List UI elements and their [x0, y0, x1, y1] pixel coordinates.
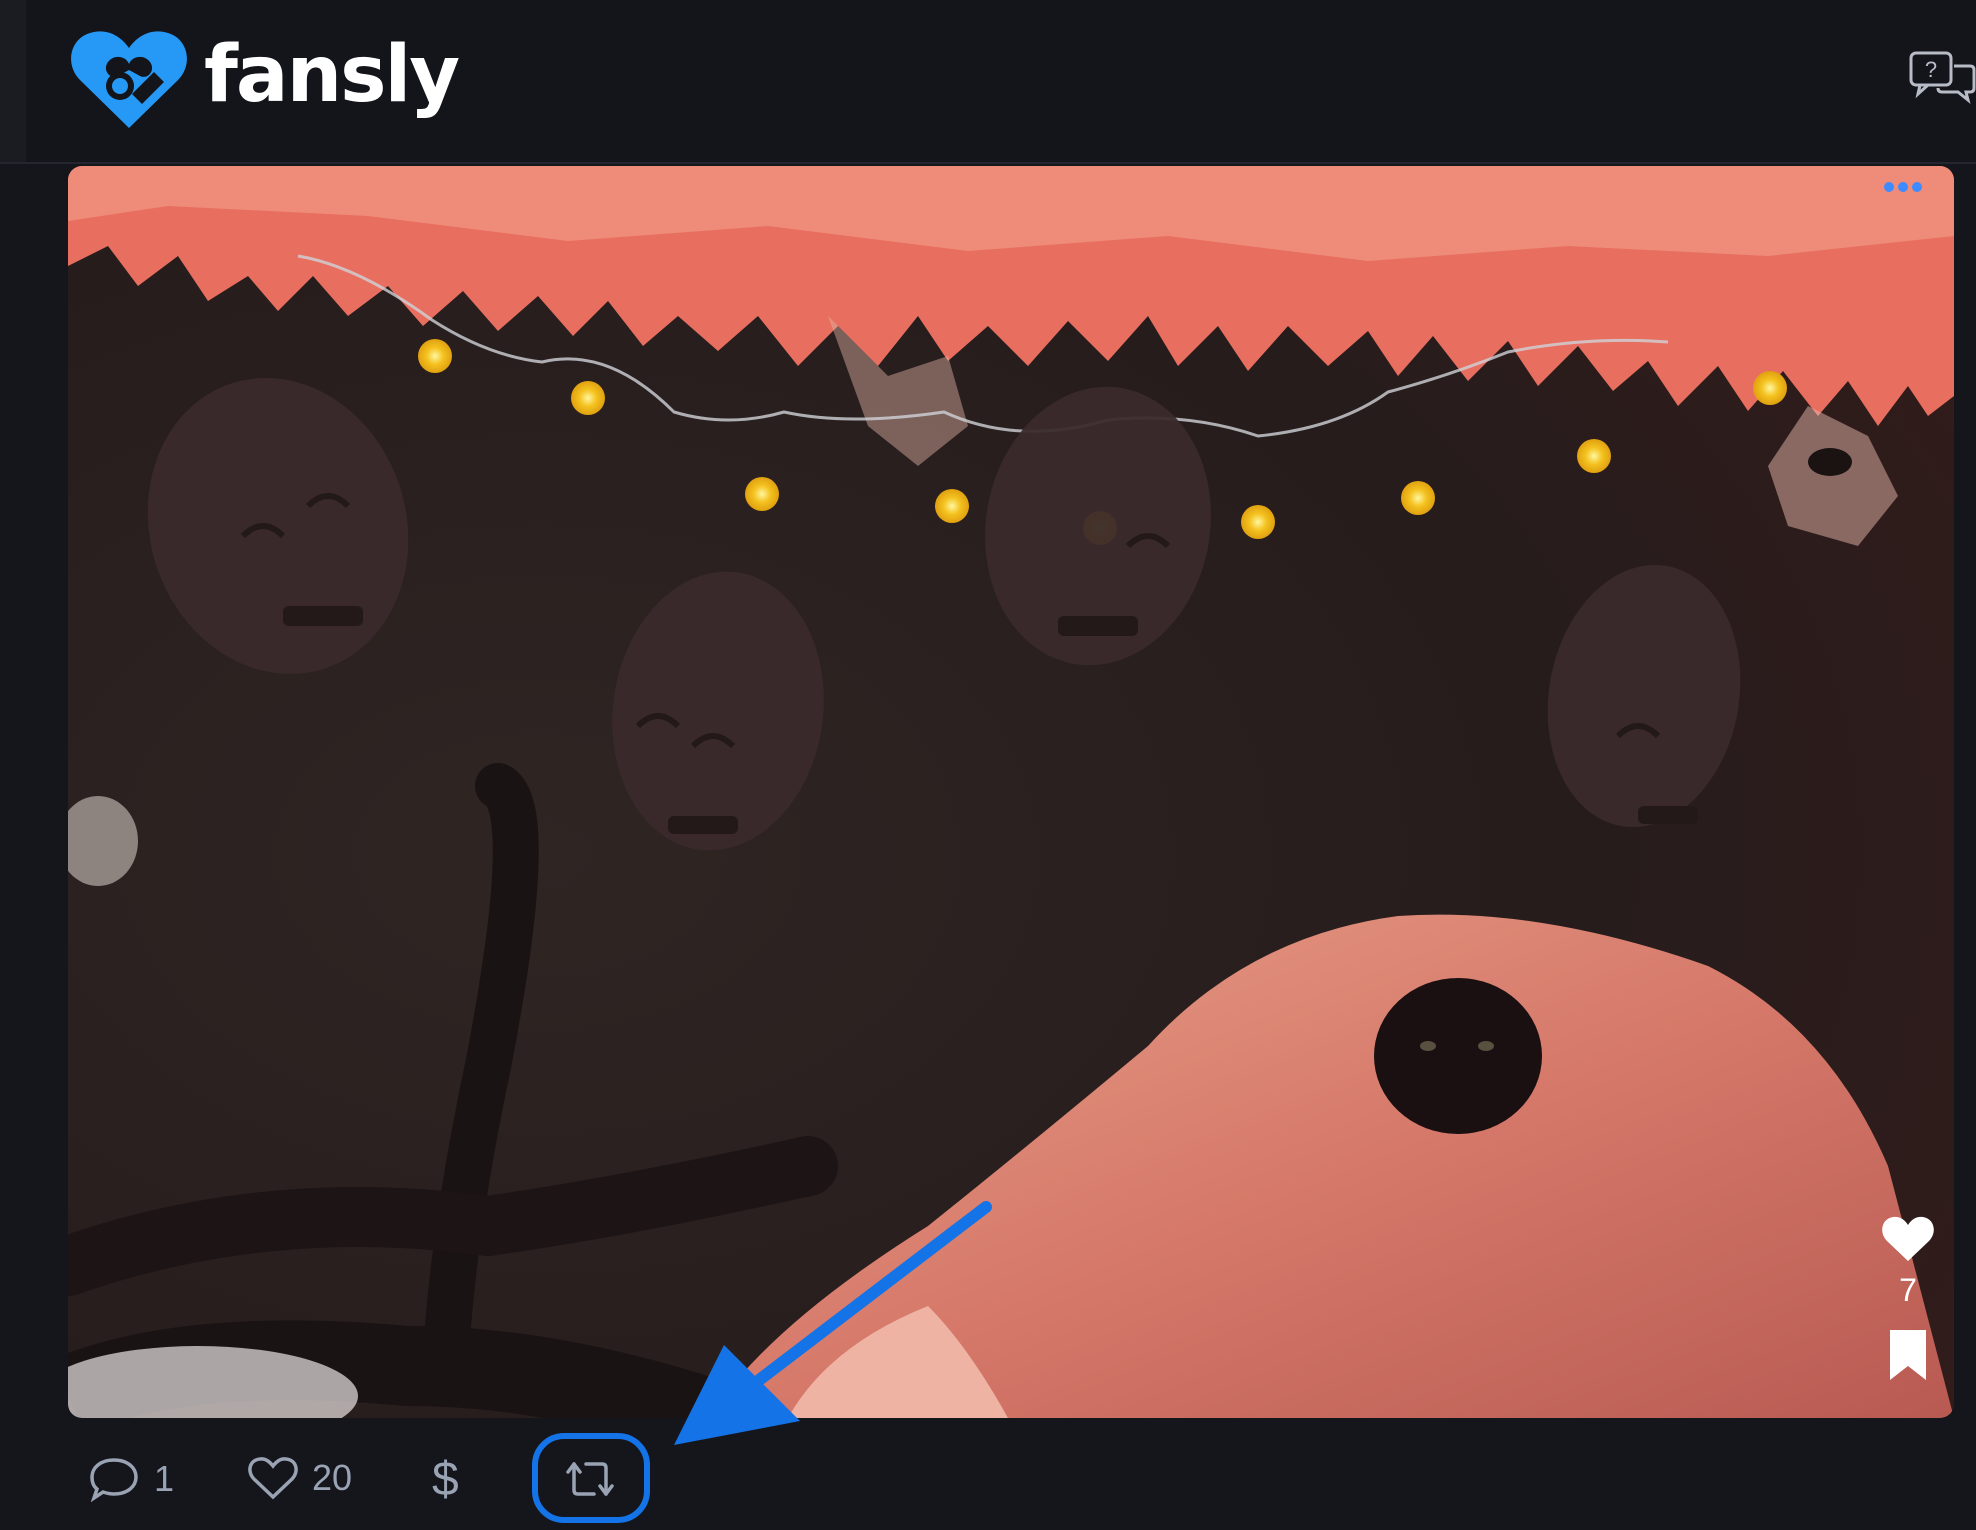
svg-text:?: ?: [1925, 57, 1937, 82]
brand-name: fansly: [204, 30, 460, 120]
heart-outline-icon: [248, 1457, 298, 1500]
top-navigation-bar: fansly ?: [0, 0, 1976, 164]
help-chat-icon[interactable]: ?: [1908, 50, 1976, 109]
more-options-icon[interactable]: [1884, 182, 1922, 192]
brand-logo[interactable]: fansly: [68, 28, 460, 132]
dot: [1912, 182, 1922, 192]
post-image[interactable]: [68, 166, 1954, 1418]
dot: [1884, 182, 1894, 192]
bookmark-button[interactable]: [1888, 1328, 1928, 1387]
comment-button[interactable]: 1: [88, 1456, 174, 1502]
left-edge: [0, 0, 26, 162]
annotation-arrow-icon: [660, 1195, 1000, 1460]
dot: [1898, 182, 1908, 192]
tip-button[interactable]: $: [432, 1452, 459, 1507]
dollar-icon: $: [432, 1453, 459, 1506]
image-like-count: 7: [1899, 1272, 1917, 1308]
comment-count: 1: [154, 1458, 175, 1499]
like-count: 20: [312, 1457, 353, 1498]
comment-icon: [90, 1458, 138, 1502]
bookmark-icon: [1890, 1330, 1926, 1380]
image-like-button[interactable]: 7: [1880, 1215, 1936, 1309]
like-button[interactable]: 20: [248, 1456, 352, 1500]
fansly-heart-logo-icon: [71, 31, 187, 128]
heart-filled-icon: [1882, 1216, 1934, 1261]
repost-highlight-circle: [532, 1433, 650, 1523]
